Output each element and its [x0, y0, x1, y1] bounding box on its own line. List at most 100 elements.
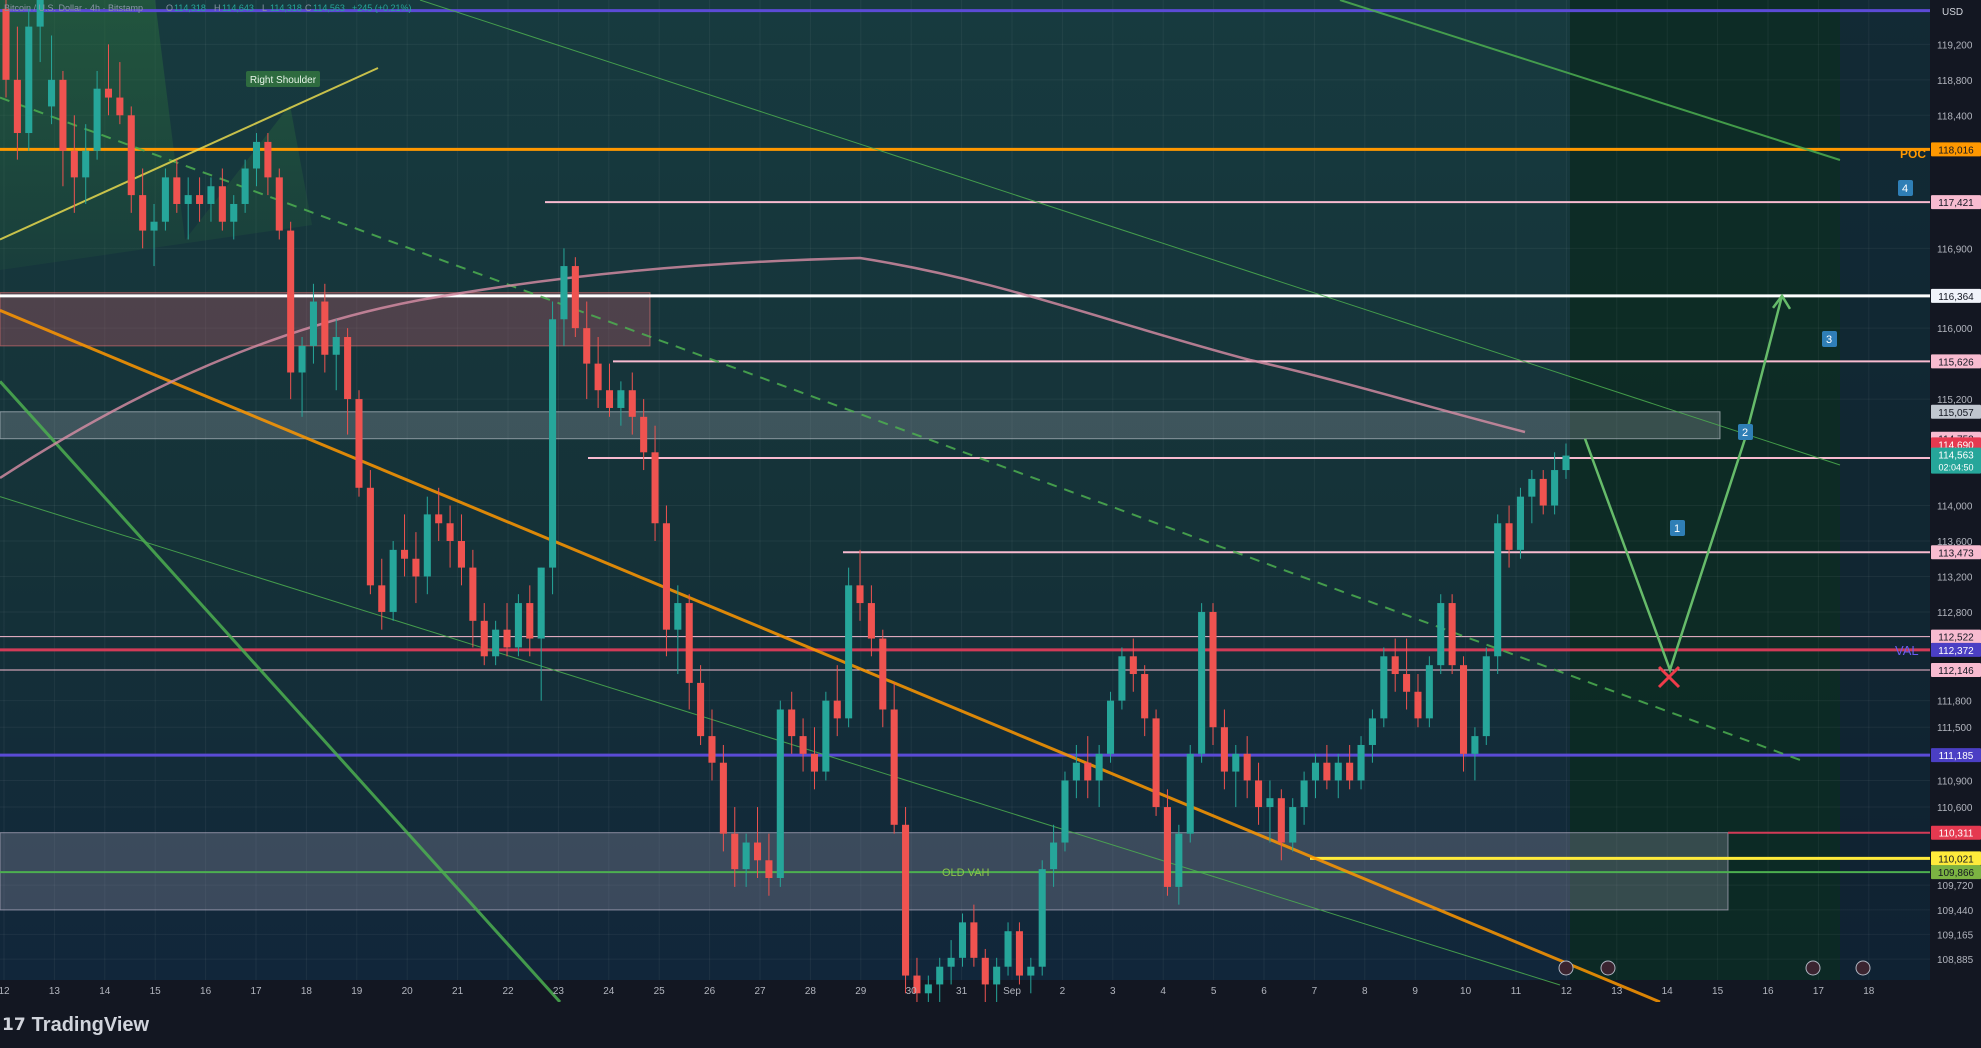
candle: [1141, 674, 1149, 719]
candle: [1027, 966, 1035, 976]
candle: [902, 824, 910, 976]
time-tick-label: 12: [1561, 986, 1573, 997]
time-tick-label: 17: [250, 986, 262, 997]
time-tick-label: 13: [49, 986, 61, 997]
price-chart[interactable]: 108,885 109,165 109,440 109,720 110,600 110,9…: [0, 0, 1981, 1020]
time-tick-label: 24: [603, 986, 615, 997]
path-marker-4[interactable]: 4: [1898, 180, 1913, 196]
price-tick-label: 109,440: [1937, 906, 1974, 917]
time-tick-label: 21: [452, 986, 464, 997]
path-marker-3[interactable]: 3: [1822, 331, 1837, 347]
candle: [287, 230, 295, 373]
candle: [355, 399, 363, 488]
calendar-event-icon[interactable]: [1600, 960, 1616, 976]
price-tick-label: 113,200: [1937, 572, 1973, 583]
price-tick-label: 109,165: [1937, 930, 1974, 941]
time-tick-label: 13: [1611, 986, 1623, 997]
candle: [1494, 523, 1502, 657]
price-tick-label: 110,900: [1937, 776, 1973, 787]
ohlc-change: +245 (+0.21%): [352, 3, 412, 13]
candle: [571, 266, 579, 329]
candle: [1095, 753, 1103, 781]
candle: [1220, 727, 1228, 772]
candle: [1072, 762, 1080, 781]
svg-text:1: 1: [1674, 523, 1680, 535]
ohlc-close-label: C: [305, 3, 312, 13]
candle: [241, 168, 249, 204]
candle: [446, 523, 454, 541]
candle: [993, 966, 1001, 985]
chart-area[interactable]: 108,885 109,165 109,440 109,720 110,600 110,9…: [0, 0, 1981, 1048]
price-label: 112,146: [1938, 666, 1974, 677]
time-tick-label: 22: [502, 986, 514, 997]
candle: [457, 540, 466, 568]
candle: [1004, 931, 1012, 967]
time-tick-label: 7: [1312, 986, 1318, 997]
candle: [150, 221, 158, 231]
time-tick-label: 19: [351, 986, 363, 997]
svg-text:2: 2: [1742, 427, 1748, 439]
candle: [309, 301, 317, 346]
candle: [1459, 665, 1468, 754]
calendar-event-icon[interactable]: [1805, 960, 1821, 976]
price-tick-label: 116,000: [1937, 324, 1973, 335]
price-label: 113,473: [1938, 548, 1974, 559]
time-tick-label: 18: [1863, 986, 1875, 997]
time-tick-label: 26: [704, 986, 716, 997]
candle: [139, 195, 147, 231]
candle: [161, 177, 169, 222]
tradingview-logo-icon[interactable]: 17: [2, 1015, 26, 1035]
time-tick-label: 15: [150, 986, 162, 997]
time-tick-label: 14: [99, 986, 111, 997]
candle: [1198, 611, 1206, 754]
candle: [708, 736, 716, 763]
price-tick-label: 110,600: [1937, 803, 1973, 814]
candle: [1061, 780, 1069, 843]
calendar-event-icon[interactable]: [1558, 960, 1574, 976]
candle: [1334, 762, 1342, 781]
candle: [1311, 762, 1320, 781]
candle: [503, 629, 511, 648]
candle: [697, 682, 705, 737]
candle: [810, 753, 818, 772]
time-tick-label: 2: [1060, 986, 1066, 997]
candle: [1289, 807, 1297, 843]
time-tick-label: 3: [1110, 986, 1116, 997]
candle: [674, 603, 682, 630]
candle: [389, 549, 397, 612]
calendar-event-icon[interactable]: [1855, 960, 1871, 976]
candle: [1266, 798, 1274, 808]
time-tick-label: 25: [654, 986, 666, 997]
price-tick-label: 114,000: [1937, 502, 1973, 513]
price-label: 117,421: [1938, 198, 1974, 209]
path-marker-2[interactable]: 2: [1738, 424, 1753, 440]
candle: [116, 97, 124, 116]
candle: [1425, 665, 1433, 719]
price-label: 109,866: [1938, 868, 1975, 879]
candle: [1323, 762, 1331, 781]
candle: [890, 709, 898, 825]
candle: [1505, 523, 1513, 550]
candle: [981, 957, 989, 985]
candle: [537, 567, 545, 639]
candle: [321, 301, 329, 355]
time-tick-label: 17: [1813, 986, 1825, 997]
candle: [651, 452, 659, 524]
time-axis-background: [0, 980, 1981, 1002]
time-tick-label: 5: [1211, 986, 1217, 997]
candle: [469, 567, 477, 621]
candle: [423, 514, 431, 577]
candle: [93, 88, 101, 151]
time-tick-label: 8: [1362, 986, 1368, 997]
candle: [1106, 700, 1115, 754]
ohlc-high-label: H: [214, 3, 221, 13]
time-tick-label: 6: [1261, 986, 1267, 997]
candle: [947, 957, 955, 967]
price-tick-label: 111,800: [1937, 697, 1972, 708]
candle: [252, 141, 261, 169]
candle: [799, 736, 807, 754]
brand-name[interactable]: TradingView: [32, 1014, 149, 1037]
candle: [970, 922, 978, 958]
path-marker-1[interactable]: 1: [1670, 520, 1685, 536]
candle: [1516, 496, 1524, 550]
